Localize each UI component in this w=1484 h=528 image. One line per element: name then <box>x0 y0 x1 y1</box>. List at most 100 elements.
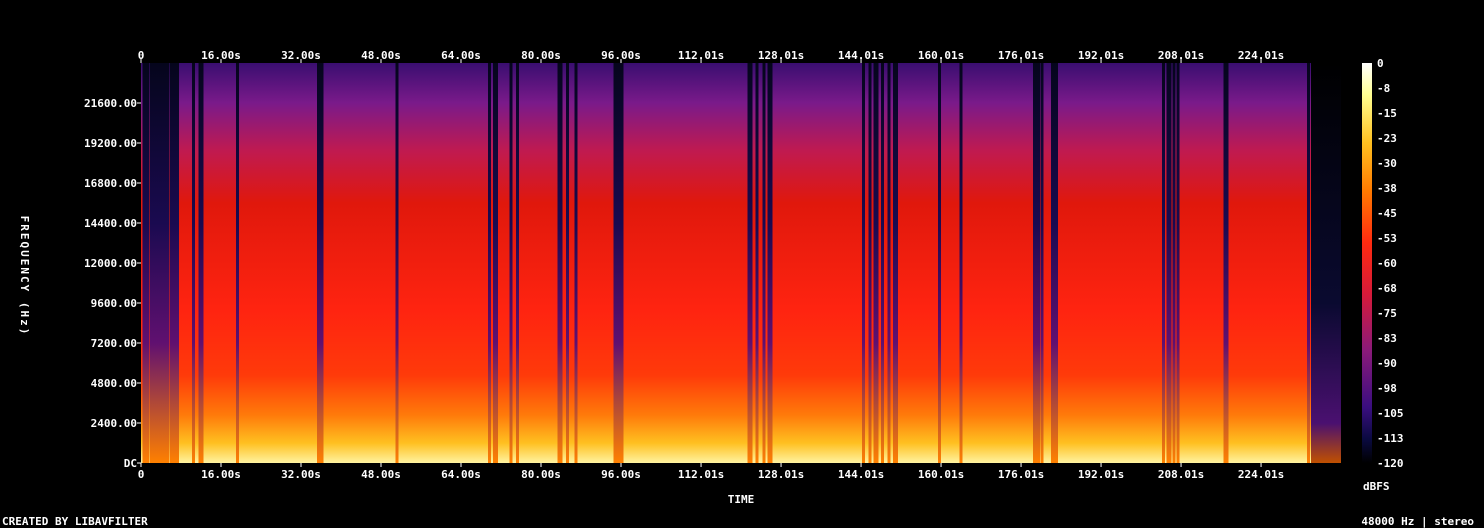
x-tick-label-top: 160.01s <box>918 49 964 62</box>
colorbar-tick-label: -68 <box>1377 282 1397 295</box>
dropout-band <box>617 63 621 463</box>
dropout-band <box>156 63 159 463</box>
spectrogram-figure: 0 16.00s 32.00s 48.00s 64.00s 80.00s 96.00s 112… <box>2 49 1474 528</box>
dropout-band <box>176 63 179 463</box>
x-tick-label-bottom: 112.01s <box>678 468 724 481</box>
dropout-band <box>767 63 773 463</box>
dropout-band <box>236 63 239 463</box>
colorbar-label: dBFS <box>1363 480 1390 493</box>
dropout-band <box>1055 63 1058 463</box>
x-tick-label-top: 224.01s <box>1238 49 1284 62</box>
x-tick-label-bottom: 64.00s <box>441 468 481 481</box>
dropout-band <box>755 63 759 463</box>
colorbar-tick-label: -75 <box>1377 307 1397 320</box>
x-tick-label-top: 96.00s <box>601 49 641 62</box>
dropout-band <box>862 63 865 463</box>
x-tick-label-top: 32.00s <box>281 49 321 62</box>
y-tick-label: 4800.00 <box>91 377 137 390</box>
dropout-band <box>1040 63 1044 463</box>
y-axis-label: FREQUENCY (Hz) <box>18 216 31 337</box>
x-tick-label-top: 176.01s <box>998 49 1044 62</box>
colorbar <box>1362 63 1372 463</box>
x-tick-label-bottom: 144.01s <box>838 468 884 481</box>
x-tick-label-bottom: 96.00s <box>601 468 641 481</box>
colorbar-ticks: 0 -8 -15 -23 -30 -38 -45 -53 -60 -68 -75 -83 -90 -98 -… <box>1377 57 1404 470</box>
y-tick-label: 12000.00 <box>84 257 137 270</box>
y-tick-label: 2400.00 <box>91 417 137 430</box>
colorbar-tick-label: -38 <box>1377 182 1397 195</box>
y-axis: DC 2400.00 4800.00 7200.00 9600.00 12000.00 14… <box>84 97 141 470</box>
dropout-band <box>887 63 891 463</box>
dropout-band <box>198 63 204 463</box>
x-tick-label-top: 80.00s <box>521 49 561 62</box>
x-tick-label-bottom: 48.00s <box>361 468 401 481</box>
x-tick-label-top: 64.00s <box>441 49 481 62</box>
y-tick-label: 21600.00 <box>84 97 137 110</box>
dropout-band <box>493 63 498 463</box>
dropout-band <box>762 63 766 463</box>
dropout-band <box>1223 63 1229 463</box>
y-tick-label: 14400.00 <box>84 217 137 230</box>
colorbar-tick-label: -113 <box>1377 432 1404 445</box>
colorbar-tick-label: -45 <box>1377 207 1397 220</box>
dropout-band <box>1307 63 1310 463</box>
dropout-band <box>1166 63 1172 463</box>
colorbar-tick-label: -23 <box>1377 132 1397 145</box>
colorbar-tick-label: -83 <box>1377 332 1397 345</box>
x-tick-label-bottom: 160.01s <box>918 468 964 481</box>
spectrogram-silence-tail <box>1311 63 1341 463</box>
y-tick-label: 7200.00 <box>91 337 137 350</box>
y-tick-label: 9600.00 <box>91 297 137 310</box>
dropout-band <box>488 63 491 463</box>
dropout-band <box>566 63 569 463</box>
dropout-band <box>881 63 884 463</box>
dropout-band <box>620 63 624 463</box>
x-tick-label-bottom: 176.01s <box>998 468 1044 481</box>
x-tick-label-top: 192.01s <box>1078 49 1124 62</box>
dropout-band <box>1162 63 1165 463</box>
spectrogram-plot <box>141 63 1341 463</box>
x-tick-label-top: 128.01s <box>758 49 804 62</box>
x-tick-label-top: 16.00s <box>201 49 241 62</box>
x-axis-label: TIME <box>728 493 755 506</box>
dropout-band <box>1172 63 1176 463</box>
y-tick-label: DC <box>124 457 137 470</box>
x-tick-label-bottom: 0 <box>138 468 145 481</box>
dropout-band <box>1037 63 1040 463</box>
colorbar-tick-label: -105 <box>1377 407 1404 420</box>
dropout-band <box>509 63 513 463</box>
dropout-band <box>893 63 898 463</box>
colorbar-tick-label: -53 <box>1377 232 1397 245</box>
x-tick-label-top: 208.01s <box>1158 49 1204 62</box>
x-tick-label-bottom: 208.01s <box>1158 468 1204 481</box>
dropout-band <box>146 63 149 463</box>
dropout-band <box>1176 63 1180 463</box>
colorbar-tick-label: -15 <box>1377 107 1397 120</box>
x-tick-label-bottom: 16.00s <box>201 468 241 481</box>
colorbar-tick-label: -30 <box>1377 157 1397 170</box>
x-tick-label-bottom: 128.01s <box>758 468 804 481</box>
x-tick-label-top: 0 <box>138 49 145 62</box>
dropout-band <box>868 63 872 463</box>
dropout-band <box>166 63 169 463</box>
dropout-band <box>161 63 167 463</box>
dropout-band <box>959 63 963 463</box>
colorbar-tick-label: -8 <box>1377 82 1390 95</box>
dropout-band <box>557 63 563 463</box>
x-tick-label-bottom: 224.01s <box>1238 468 1284 481</box>
dropout-band <box>151 63 157 463</box>
x-tick-label-top: 112.01s <box>678 49 724 62</box>
x-axis-bottom: 0 16.00s 32.00s 48.00s 64.00s 80.00s 96.00s 112… <box>138 463 1284 481</box>
colorbar-tick-label: 0 <box>1377 57 1384 70</box>
x-axis-top: 0 16.00s 32.00s 48.00s 64.00s 80.00s 96.00s 112… <box>138 49 1284 63</box>
y-tick-label: 16800.00 <box>84 177 137 190</box>
dropout-band <box>574 63 578 463</box>
colorbar-tick-label: -90 <box>1377 357 1397 370</box>
y-tick-label: 19200.00 <box>84 137 137 150</box>
x-tick-label-bottom: 80.00s <box>521 468 561 481</box>
dropout-band <box>192 63 195 463</box>
footer-format: 48000 Hz | stereo <box>1361 515 1474 528</box>
dropout-band <box>938 63 941 463</box>
colorbar-tick-label: -98 <box>1377 382 1397 395</box>
x-tick-label-bottom: 32.00s <box>281 468 321 481</box>
